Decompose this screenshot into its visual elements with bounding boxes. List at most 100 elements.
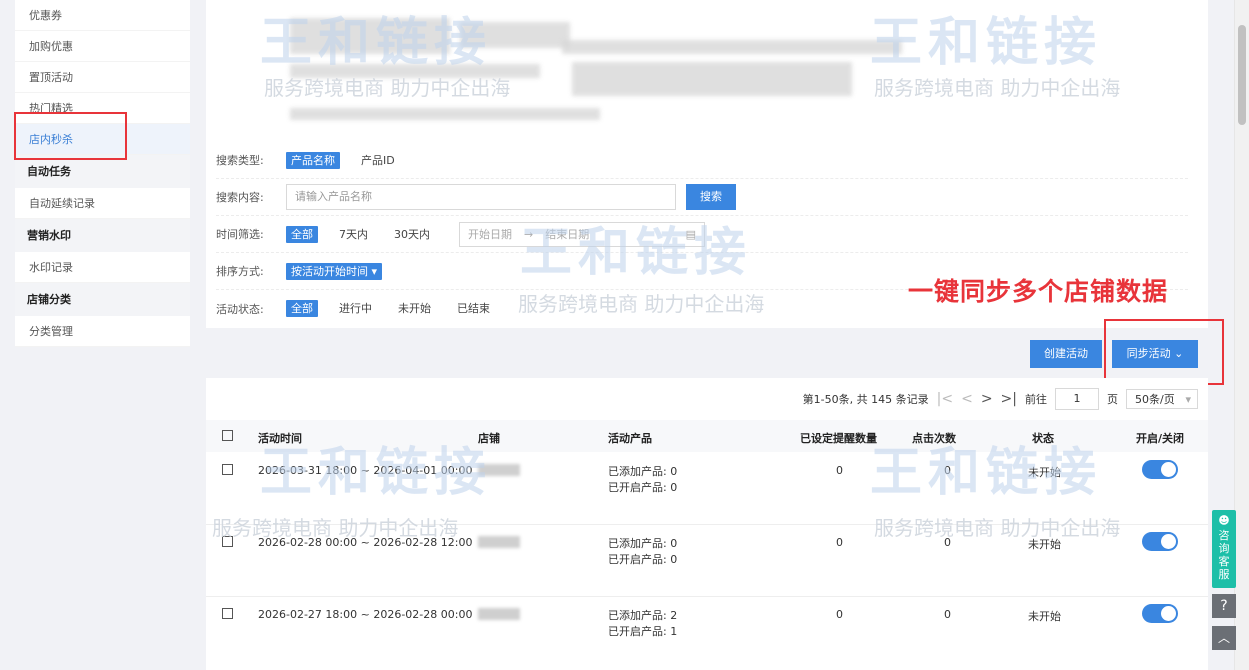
row-enabled-products: 已开启产品: 0 [608,481,678,494]
row-checkbox[interactable] [222,536,233,547]
col-toggle: 开启/关闭 [1136,432,1185,445]
time-option-all[interactable]: 全部 [286,225,318,243]
row-enabled-products: 已开启产品: 1 [608,625,678,638]
sort-dropdown[interactable]: 按活动开始时间 [286,262,383,280]
help-icon[interactable]: ? [1212,594,1236,618]
date-range-picker[interactable]: 开始日期 → 结束日期 ▤ [459,221,705,247]
consult-support-button[interactable]: ☻ 咨询客服 [1212,510,1236,588]
blurred-content [572,62,852,96]
row-added-products: 已添加产品: 0 [608,465,678,478]
search-type-product-id[interactable]: 产品ID [356,152,400,169]
row-clicks: 0 [944,536,951,549]
time-option-30days[interactable]: 30天内 [389,226,435,243]
table-panel: 第1-50条, 共 145 条记录 |< < > >| 前往 1 页 50条/页… [206,378,1208,670]
sidebar-item-addon-discount[interactable]: 加购优惠 [15,31,190,62]
status-option-ended[interactable]: 已结束 [452,300,495,317]
date-start[interactable]: 开始日期 [468,226,512,242]
time-filter-label: 时间筛选: [216,228,264,241]
status-option-not-started[interactable]: 未开始 [393,300,436,317]
blurred-content [290,64,540,78]
table-row: 2026-02-28 00:00 ~ 2026-02-28 12:00 已添加产… [206,524,1208,597]
row-added-products: 已添加产品: 2 [608,609,678,622]
search-content-label: 搜索内容: [216,191,264,204]
sidebar-group-store-category: 店铺分类 [15,283,190,316]
table-row: 2026-03-31 18:00 ~ 2026-04-01 00:00 已添加产… [206,452,1208,525]
sidebar-item-coupon[interactable]: 优惠券 [15,0,190,31]
highlight-box-flash-sale [14,112,127,160]
row-reminders: 0 [836,536,843,549]
last-page-icon[interactable]: >| [1001,391,1017,407]
sidebar: 优惠券 加购优惠 置顶活动 热门精选 店内秒杀 自动任务 自动延续记录 营销水印… [15,0,190,347]
col-clicks: 点击次数 [912,432,956,445]
time-filter-row: 时间筛选: 全部 7天内 30天内 开始日期 → 结束日期 ▤ [216,216,1188,253]
prev-page-icon[interactable]: < [961,391,973,407]
user-icon: ☻ [1218,514,1230,527]
create-activity-button[interactable]: 创建活动 [1030,340,1102,368]
status-option-all[interactable]: 全部 [286,300,318,317]
blurred-content [290,18,450,54]
row-checkbox[interactable] [222,464,233,475]
sidebar-group-watermark: 营销水印 [15,219,190,252]
table-header: 活动时间 店铺 活动产品 已设定提醒数量 点击次数 状态 开启/关闭 [206,420,1208,452]
date-separator: → [524,227,534,241]
row-time: 2026-02-27 18:00 ~ 2026-02-28 00:00 [258,608,473,621]
consult-label: 咨询客服 [1218,529,1230,581]
store-name-blurred [478,608,520,620]
sidebar-item-watermark-log[interactable]: 水印记录 [15,252,190,283]
row-reminders: 0 [836,464,843,477]
annotation-text: 一键同步多个店铺数据 [908,277,1169,306]
blurred-content [562,40,902,54]
col-status: 状态 [1032,432,1054,445]
search-input[interactable]: 请输入产品名称 [286,184,676,210]
store-name-blurred [478,536,520,548]
status-label: 活动状态: [216,302,264,316]
search-type-label: 搜索类型: [216,154,264,167]
col-activity-time: 活动时间 [258,432,302,445]
page-size-select[interactable]: 50条/页 ▾ [1126,389,1198,409]
highlight-box-sync [1104,319,1224,385]
row-checkbox[interactable] [222,608,233,619]
select-all-checkbox[interactable] [222,430,233,441]
sidebar-item-category-manage[interactable]: 分类管理 [15,316,190,347]
search-type-product-name[interactable]: 产品名称 [286,151,340,169]
row-clicks: 0 [944,464,951,477]
row-toggle[interactable] [1142,460,1178,479]
date-end[interactable]: 结束日期 [545,226,589,242]
next-page-icon[interactable]: > [981,391,993,407]
pagination: 第1-50条, 共 145 条记录 |< < > >| 前往 1 页 50条/页… [803,388,1198,410]
calendar-icon: ▤ [685,227,696,241]
search-type-row: 搜索类型: 产品名称 产品ID [216,142,1188,179]
table-row: 2026-02-27 18:00 ~ 2026-02-28 00:00 已添加产… [206,596,1208,668]
row-time: 2026-02-28 00:00 ~ 2026-02-28 12:00 [258,536,473,549]
search-content-row: 搜索内容: 请输入产品名称 搜索 [216,179,1188,216]
store-name-blurred [478,464,520,476]
back-to-top-icon[interactable]: ︿ [1212,626,1236,650]
blurred-content [290,108,600,120]
row-status: 未开始 [1028,466,1061,479]
row-clicks: 0 [944,608,951,621]
row-status: 未开始 [1028,610,1061,623]
page-scrollbar[interactable] [1234,0,1249,670]
col-store: 店铺 [478,432,500,445]
sort-label: 排序方式: [216,265,264,278]
page-input[interactable]: 1 [1055,388,1099,410]
row-enabled-products: 已开启产品: 0 [608,553,678,566]
col-reminders: 已设定提醒数量 [800,432,877,445]
blurred-content [460,22,570,48]
row-time: 2026-03-31 18:00 ~ 2026-04-01 00:00 [258,464,473,477]
pager-summary: 第1-50条, 共 145 条记录 [802,393,929,406]
time-option-7days[interactable]: 7天内 [334,226,373,243]
goto-label: 前往 [1025,393,1047,406]
row-reminders: 0 [836,608,843,621]
page-size-value: 50条/页 [1135,393,1175,406]
search-button[interactable]: 搜索 [686,184,736,210]
sidebar-item-pinned-activity[interactable]: 置顶活动 [15,62,190,93]
status-option-running[interactable]: 进行中 [334,300,377,317]
scroll-thumb[interactable] [1238,25,1246,125]
row-toggle[interactable] [1142,532,1178,551]
caret-down-icon: ▾ [1185,393,1191,406]
row-toggle[interactable] [1142,604,1178,623]
row-status: 未开始 [1028,538,1061,551]
sidebar-item-auto-renew-log[interactable]: 自动延续记录 [15,188,190,219]
first-page-icon[interactable]: |< [937,391,953,407]
